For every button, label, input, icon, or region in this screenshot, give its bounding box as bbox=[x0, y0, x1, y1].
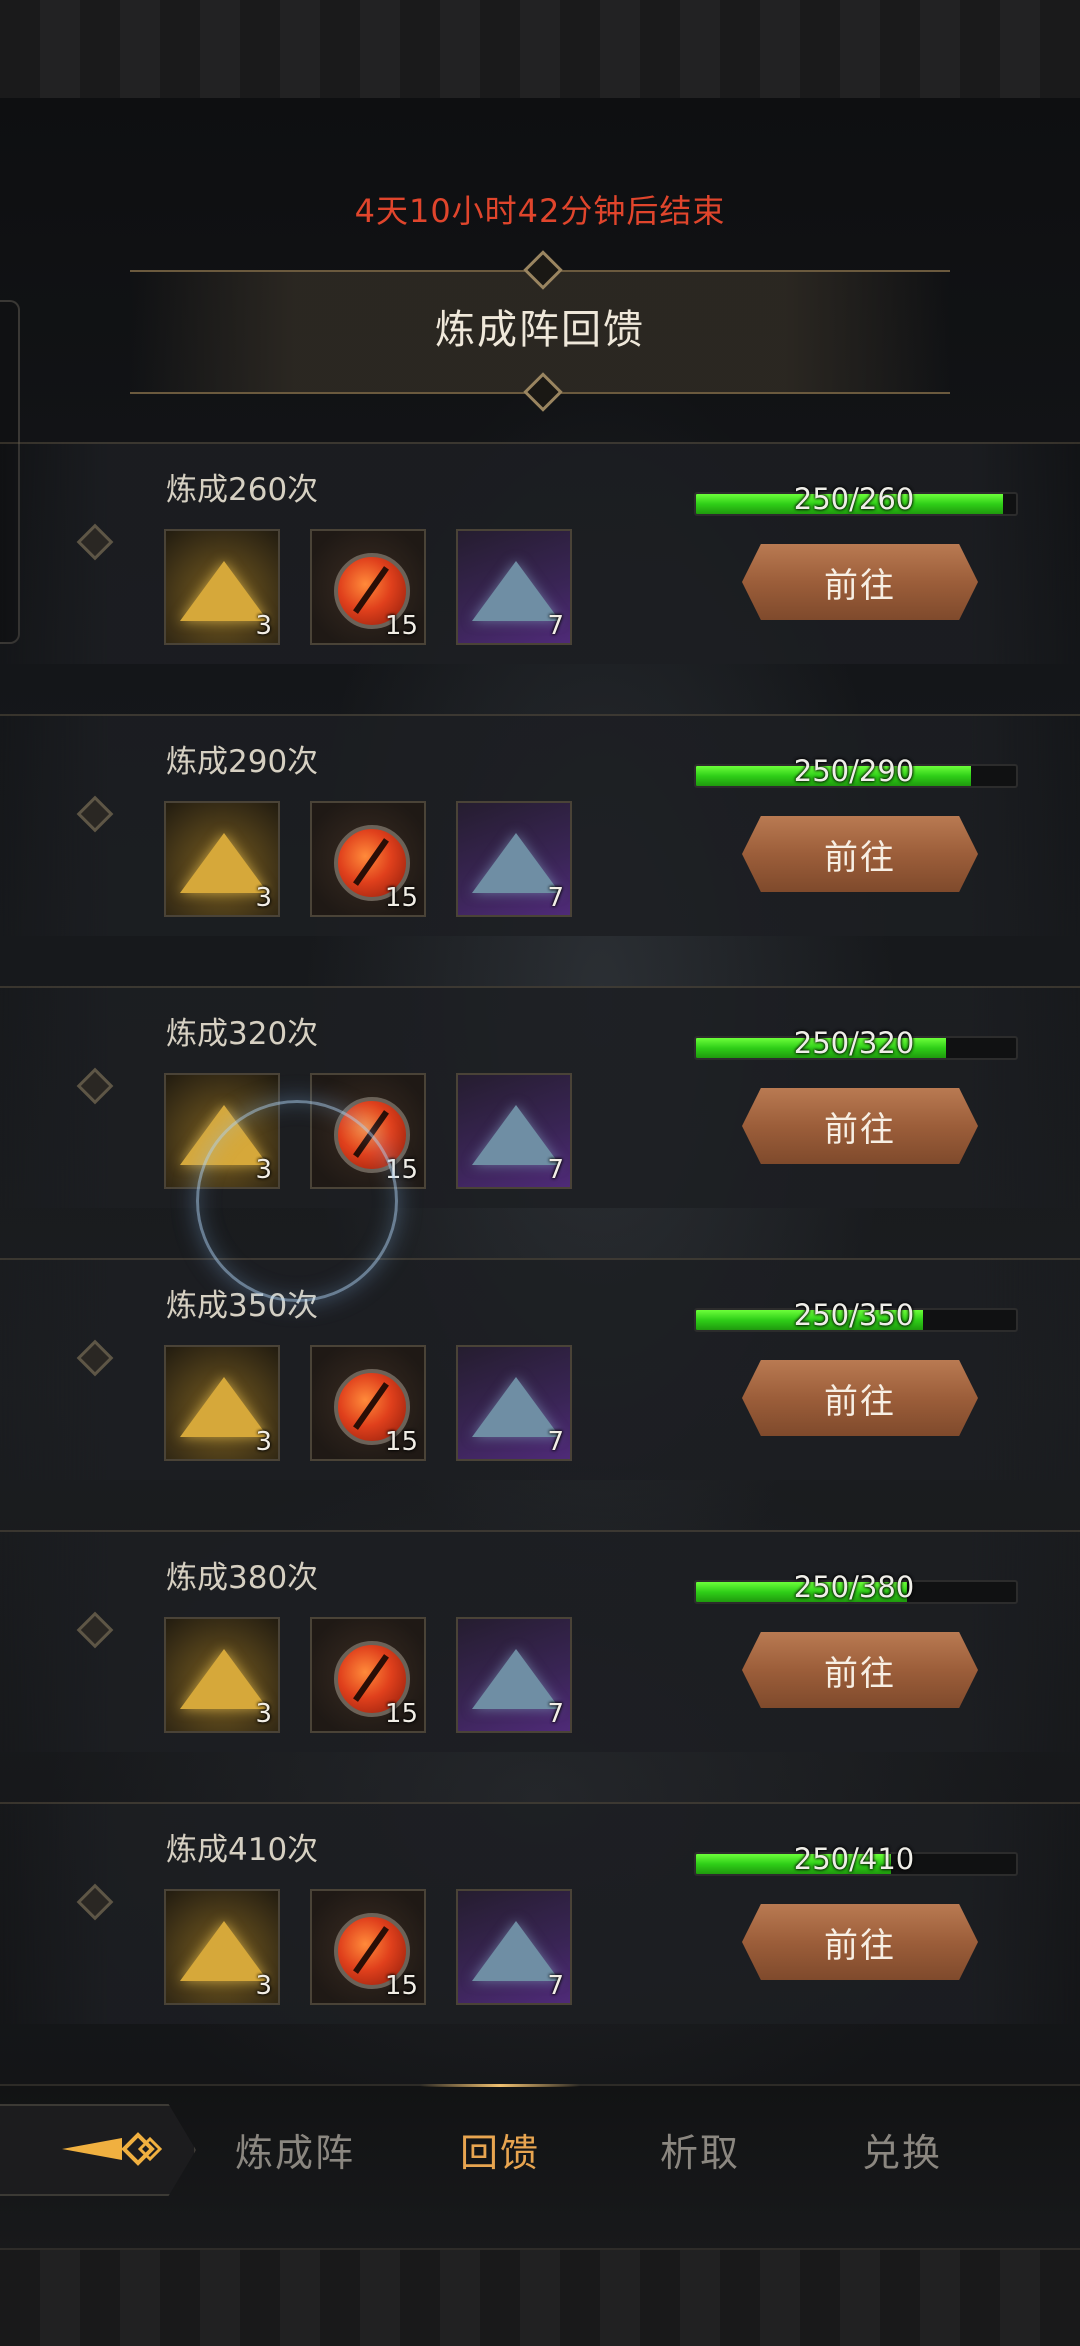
back-arrow-icon bbox=[62, 2132, 162, 2166]
progress-text: 250/380 bbox=[793, 1570, 915, 1604]
row-marker-icon bbox=[76, 523, 114, 561]
reward-item-orb[interactable]: 15 bbox=[310, 529, 426, 645]
item-count: 3 bbox=[255, 1427, 272, 1457]
progress-text: 250/260 bbox=[793, 482, 915, 516]
bottom-frame bbox=[0, 2248, 1080, 2346]
reward-item-crystal[interactable]: 7 bbox=[456, 529, 572, 645]
go-button[interactable]: 前往 bbox=[742, 1632, 978, 1708]
item-count: 7 bbox=[547, 1427, 564, 1457]
reward-row: 炼成350次 3 15 7 250/350 前往 bbox=[0, 1258, 1080, 1480]
page-title: 炼成阵回馈 bbox=[435, 307, 645, 353]
reward-row: 炼成380次 3 15 7 250/380 前往 bbox=[0, 1530, 1080, 1752]
item-count: 15 bbox=[384, 1971, 418, 2001]
item-count: 3 bbox=[255, 1971, 272, 2001]
reward-row: 炼成260次 3 15 7 250/260 前往 bbox=[0, 442, 1080, 664]
row-marker-icon bbox=[76, 795, 114, 833]
reward-item-crystal[interactable]: 7 bbox=[456, 1617, 572, 1733]
tab-feedback[interactable]: 回馈 bbox=[420, 2118, 580, 2188]
item-count: 15 bbox=[384, 1699, 418, 1729]
progress-text: 250/350 bbox=[793, 1298, 915, 1332]
row-label: 炼成380次 bbox=[166, 1560, 319, 1596]
item-count: 7 bbox=[547, 1699, 564, 1729]
tab-exchange[interactable]: 兑换 bbox=[822, 2118, 982, 2188]
reward-item-orb[interactable]: 15 bbox=[310, 1345, 426, 1461]
event-timer: 4天10小时42分钟后结束 bbox=[354, 192, 726, 230]
reward-item-crystal[interactable]: 7 bbox=[456, 801, 572, 917]
item-count: 15 bbox=[384, 1427, 418, 1457]
reward-item-gold[interactable]: 3 bbox=[164, 1345, 280, 1461]
row-label: 炼成290次 bbox=[166, 744, 319, 780]
go-button[interactable]: 前往 bbox=[742, 1088, 978, 1164]
row-marker-icon bbox=[76, 1339, 114, 1377]
reward-item-crystal[interactable]: 7 bbox=[456, 1345, 572, 1461]
reward-item-crystal[interactable]: 7 bbox=[456, 1073, 572, 1189]
reward-item-gold[interactable]: 3 bbox=[164, 1617, 280, 1733]
reward-row: 炼成290次 3 15 7 250/290 前往 bbox=[0, 714, 1080, 936]
item-count: 15 bbox=[384, 611, 418, 641]
row-label: 炼成320次 bbox=[166, 1016, 319, 1052]
item-count: 7 bbox=[547, 883, 564, 913]
row-marker-icon bbox=[76, 1883, 114, 1921]
row-marker-icon bbox=[76, 1067, 114, 1105]
go-button[interactable]: 前往 bbox=[742, 1904, 978, 1980]
item-count: 7 bbox=[547, 611, 564, 641]
item-count: 7 bbox=[547, 1155, 564, 1185]
item-count: 15 bbox=[384, 883, 418, 913]
item-count: 3 bbox=[255, 1699, 272, 1729]
go-button[interactable]: 前往 bbox=[742, 1360, 978, 1436]
item-count: 7 bbox=[547, 1971, 564, 2001]
reward-item-orb[interactable]: 15 bbox=[310, 1617, 426, 1733]
reward-row: 炼成410次 3 15 7 250/410 前往 bbox=[0, 1802, 1080, 2024]
row-label: 炼成260次 bbox=[166, 472, 319, 508]
tab-array[interactable]: 炼成阵 bbox=[215, 2118, 375, 2188]
item-count: 3 bbox=[255, 611, 272, 641]
top-frame bbox=[0, 0, 1080, 100]
go-button[interactable]: 前往 bbox=[742, 544, 978, 620]
reward-item-gold[interactable]: 3 bbox=[164, 801, 280, 917]
go-button[interactable]: 前往 bbox=[742, 816, 978, 892]
floating-touch-bubble[interactable] bbox=[196, 1100, 398, 1302]
row-label: 炼成410次 bbox=[166, 1832, 319, 1868]
active-tab-indicator bbox=[420, 2084, 580, 2087]
progress-text: 250/410 bbox=[793, 1842, 915, 1876]
reward-item-gold[interactable]: 3 bbox=[164, 1889, 280, 2005]
item-count: 3 bbox=[255, 883, 272, 913]
reward-item-crystal[interactable]: 7 bbox=[456, 1889, 572, 2005]
progress-text: 250/290 bbox=[793, 754, 915, 788]
reward-item-orb[interactable]: 15 bbox=[310, 801, 426, 917]
reward-row: 炼成320次 3 15 7 250/320 前往 bbox=[0, 986, 1080, 1208]
reward-item-orb[interactable]: 15 bbox=[310, 1889, 426, 2005]
tab-extract[interactable]: 析取 bbox=[620, 2118, 780, 2188]
row-marker-icon bbox=[76, 1611, 114, 1649]
progress-text: 250/320 bbox=[793, 1026, 915, 1060]
reward-item-gold[interactable]: 3 bbox=[164, 529, 280, 645]
